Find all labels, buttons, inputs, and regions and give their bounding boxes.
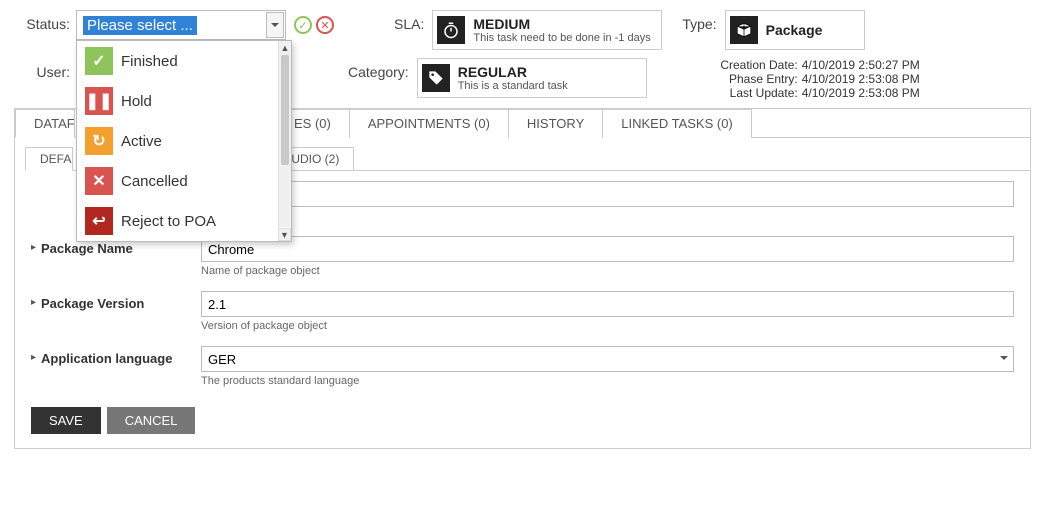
back-icon: ↩ — [85, 207, 113, 235]
x-icon: ✕ — [85, 167, 113, 195]
save-button[interactable]: SAVE — [31, 407, 101, 434]
creation-date-value: 4/10/2019 2:50:27 PM — [802, 58, 920, 72]
package-version-input[interactable] — [201, 291, 1014, 317]
last-update-value: 4/10/2019 2:53:08 PM — [802, 86, 920, 100]
status-select-text: Please select ... — [83, 16, 197, 35]
phase-entry-value: 4/10/2019 2:53:08 PM — [802, 72, 920, 86]
tag-icon — [422, 64, 450, 92]
sla-card: MEDIUM This task need to be done in -1 d… — [432, 10, 662, 50]
status-option-label: Active — [121, 133, 162, 150]
phase-entry-label: Phase Entry: — [707, 72, 802, 86]
category-title: REGULAR — [458, 64, 568, 80]
app-language-label: Application language — [41, 346, 201, 366]
identifier-input[interactable] — [201, 181, 1014, 207]
status-option-label: Hold — [121, 93, 152, 110]
sla-title: MEDIUM — [473, 16, 650, 32]
package-version-hint: Version of package object — [201, 320, 1014, 332]
tab-linked-tasks[interactable]: LINKED TASKS (0) — [602, 109, 752, 138]
tab-history[interactable]: HISTORY — [508, 109, 603, 138]
package-version-label: Package Version — [41, 291, 201, 311]
status-dropdown-panel: ✓ Finished ❚❚ Hold ↻ Active ✕ Cancelled … — [76, 40, 292, 242]
status-option-hold[interactable]: ❚❚ Hold — [77, 81, 291, 121]
type-label: Type: — [682, 10, 716, 32]
sla-label: SLA: — [394, 10, 424, 32]
field-caret — [31, 181, 41, 187]
status-option-finished[interactable]: ✓ Finished — [77, 41, 291, 81]
package-name-hint: Name of package object — [201, 265, 1014, 277]
package-icon — [730, 16, 758, 44]
status-label: Status: — [20, 10, 70, 32]
last-update-label: Last Update: — [707, 86, 802, 100]
pause-icon: ❚❚ — [85, 87, 113, 115]
tab-datafields[interactable]: DATAFIELDS — [15, 109, 75, 138]
tab-appointments[interactable]: APPOINTMENTS (0) — [349, 109, 509, 138]
category-subtitle: This is a standard task — [458, 80, 568, 92]
confirm-icon[interactable]: ✓ — [294, 16, 312, 34]
type-title: Package — [766, 22, 823, 38]
status-option-cancelled[interactable]: ✕ Cancelled — [77, 161, 291, 201]
field-caret: ▸ — [31, 346, 41, 363]
package-name-input[interactable] — [201, 236, 1014, 262]
check-icon: ✓ — [85, 47, 113, 75]
category-card: REGULAR This is a standard task — [417, 58, 647, 98]
cancel-button[interactable]: CANCEL — [107, 407, 196, 434]
status-option-label: Cancelled — [121, 173, 188, 190]
status-select[interactable]: Please select ... — [76, 10, 286, 40]
dropdown-scrollbar[interactable]: ▲ — [278, 41, 291, 227]
sla-subtitle: This task need to be done in -1 days — [473, 32, 650, 44]
status-option-label: Reject to POA — [121, 213, 216, 230]
field-caret: ▸ — [31, 291, 41, 308]
app-language-hint: The products standard language — [201, 375, 1014, 387]
reject-icon[interactable]: ✕ — [316, 16, 334, 34]
user-label: User: — [20, 58, 70, 80]
status-dropdown-toggle[interactable] — [266, 12, 284, 38]
dropdown-scroll-down[interactable]: ▼ — [278, 228, 291, 241]
status-option-label: Finished — [121, 53, 178, 70]
status-option-active[interactable]: ↻ Active — [77, 121, 291, 161]
type-card: Package — [725, 10, 865, 50]
status-option-reject[interactable]: ↩ Reject to POA — [77, 201, 291, 241]
field-caret: ▸ — [31, 236, 41, 253]
stopwatch-icon — [437, 16, 465, 44]
subtab-default[interactable]: DEFAU — [25, 147, 73, 171]
reload-icon: ↻ — [85, 127, 113, 155]
creation-date-label: Creation Date: — [707, 58, 802, 72]
app-language-select[interactable] — [201, 346, 1014, 372]
category-label: Category: — [348, 58, 409, 80]
